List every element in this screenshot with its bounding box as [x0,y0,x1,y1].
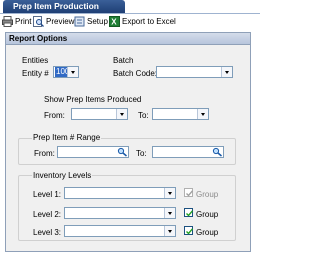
entities-heading: Entities [22,56,49,65]
export-excel-label: Export to Excel [122,17,176,26]
inventory-levels-title: Inventory Levels [32,171,93,180]
level-3-label: Level 3: [33,228,62,237]
batch-heading: Batch [113,56,134,65]
entity-label: Entity # [22,69,49,78]
report-tab[interactable]: Prep Item Production Register [3,0,125,24]
level-3-group-checkbox[interactable] [184,226,194,235]
chevron-down-icon[interactable] [67,67,78,77]
preview-icon [33,16,44,27]
checkmark-icon [186,210,194,217]
level-2-select[interactable] [64,207,176,219]
chevron-down-icon[interactable] [221,67,232,77]
setup-icon [74,16,85,27]
range-to-label: To: [136,149,147,158]
chevron-down-icon[interactable] [164,188,175,198]
export-excel-button[interactable]: X Export to Excel [109,16,176,27]
produced-to-date[interactable] [152,108,209,120]
svg-text:X: X [111,18,117,27]
search-icon[interactable] [116,147,128,157]
level-2-group-checkbox[interactable] [184,208,194,217]
level-3-group-label: Group [196,228,219,237]
produced-from-date[interactable] [71,108,128,120]
range-from-input[interactable] [57,146,129,158]
printer-icon [2,16,13,27]
batch-code-select[interactable] [156,66,233,78]
excel-icon: X [109,16,120,27]
setup-label: Setup [87,17,108,26]
level-1-group-label: Group [196,190,219,199]
chevron-down-icon[interactable] [164,208,175,218]
search-icon[interactable] [211,147,223,157]
toolbar: Print Preview Setup X Export to Excel [0,13,260,28]
checkmark-icon [186,228,194,235]
level-1-select[interactable] [64,187,176,199]
produced-from-label: From: [44,111,65,120]
print-label: Print [15,17,32,26]
level-3-select[interactable] [64,225,176,237]
chevron-down-icon[interactable] [197,109,208,119]
preview-button[interactable]: Preview [33,16,75,27]
setup-button[interactable]: Setup [74,16,108,27]
checkmark-icon [186,190,194,197]
print-button[interactable]: Print [2,16,32,27]
chevron-down-icon[interactable] [116,109,127,119]
level-2-group-label: Group [196,210,219,219]
level-2-label: Level 2: [33,210,62,219]
chevron-down-icon[interactable] [164,226,175,236]
entity-select[interactable]: 100 [53,66,79,78]
batch-code-value [158,67,160,77]
batch-code-label: Batch Code: [113,69,158,78]
preview-label: Preview [46,17,75,26]
report-options-header: Report Options [5,32,251,45]
produced-to-label: To: [138,111,149,120]
prep-item-range-title: Prep Item # Range [32,133,102,142]
show-prep-items-title: Show Prep Items Produced [44,95,142,104]
range-from-label: From: [34,149,55,158]
range-to-input[interactable] [152,146,224,158]
level-1-label: Level 1: [33,190,62,199]
level-1-group-checkbox[interactable] [184,188,194,197]
